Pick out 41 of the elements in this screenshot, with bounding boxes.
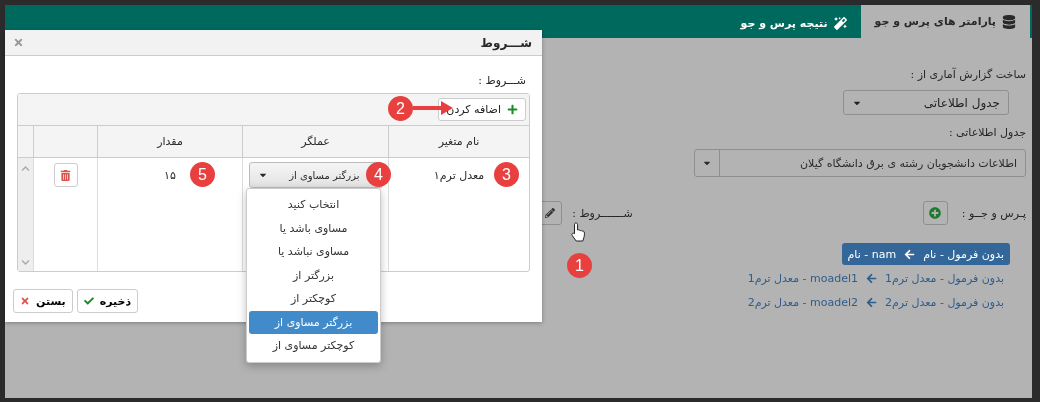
scroll-up-icon[interactable] (21, 164, 30, 173)
close-button[interactable]: بستن (13, 289, 73, 313)
tab[interactable]: پارامتر های پرس و جو (860, 5, 1030, 38)
add-button[interactable]: اضافه کردن (438, 98, 526, 121)
dialog-title: شـــروط (480, 35, 532, 50)
column-header: نام متغیر (388, 126, 529, 158)
menu-item[interactable]: کوچکتر مساوی از (249, 334, 378, 358)
arrow-left-icon (866, 272, 877, 284)
hand-cursor-icon (571, 222, 587, 242)
delete-button[interactable] (53, 163, 78, 187)
field-label: شـــــــروط : (572, 206, 633, 220)
column-header: عملگر (242, 126, 388, 158)
pencil-icon (544, 208, 555, 218)
field-label: پـرس و جــو : (961, 206, 1026, 220)
check-icon (83, 296, 94, 306)
menu-item[interactable]: مساوی نباشد یا (249, 240, 378, 264)
plus-icon (929, 207, 942, 219)
menu-item[interactable]: بزرگتر از (249, 263, 378, 287)
field-label: ساخت گزارش آماری از : (910, 68, 1026, 81)
add-button[interactable] (922, 201, 948, 225)
menu-item[interactable]: مساوی باشد یا (249, 216, 378, 240)
section-label: شـــروط : (477, 74, 527, 87)
column-header: مقدار (97, 126, 242, 158)
menu-item[interactable]: کوچکتر از (249, 287, 378, 311)
scroll-down-icon[interactable] (21, 258, 30, 267)
arrow-left-icon (866, 296, 877, 308)
close-icon[interactable] (13, 37, 24, 48)
table-select[interactable]: اطلاعات دانشجویان رشته ی برق دانشگاه گیلان (694, 149, 1026, 177)
field-label: جدول اطلاعاتی : (948, 126, 1026, 139)
tab[interactable]: نتیجه پرس و جو (726, 8, 861, 38)
close-icon (20, 296, 30, 306)
field-item[interactable]: بدون فرمول - نام nam - نام (841, 243, 1010, 265)
save-button[interactable]: ذخیره (76, 289, 139, 313)
plus-icon (507, 104, 518, 115)
magic-wand-icon (833, 16, 847, 30)
menu-item[interactable]: بزرگتر مساوی از (249, 310, 378, 334)
menu-item[interactable]: انتخاب کنید (249, 193, 378, 217)
source-select[interactable]: جدول اطلاعاتی (843, 90, 1009, 115)
trash-icon (60, 169, 71, 181)
database-icon (1002, 14, 1016, 29)
arrow-left-icon (904, 248, 916, 260)
